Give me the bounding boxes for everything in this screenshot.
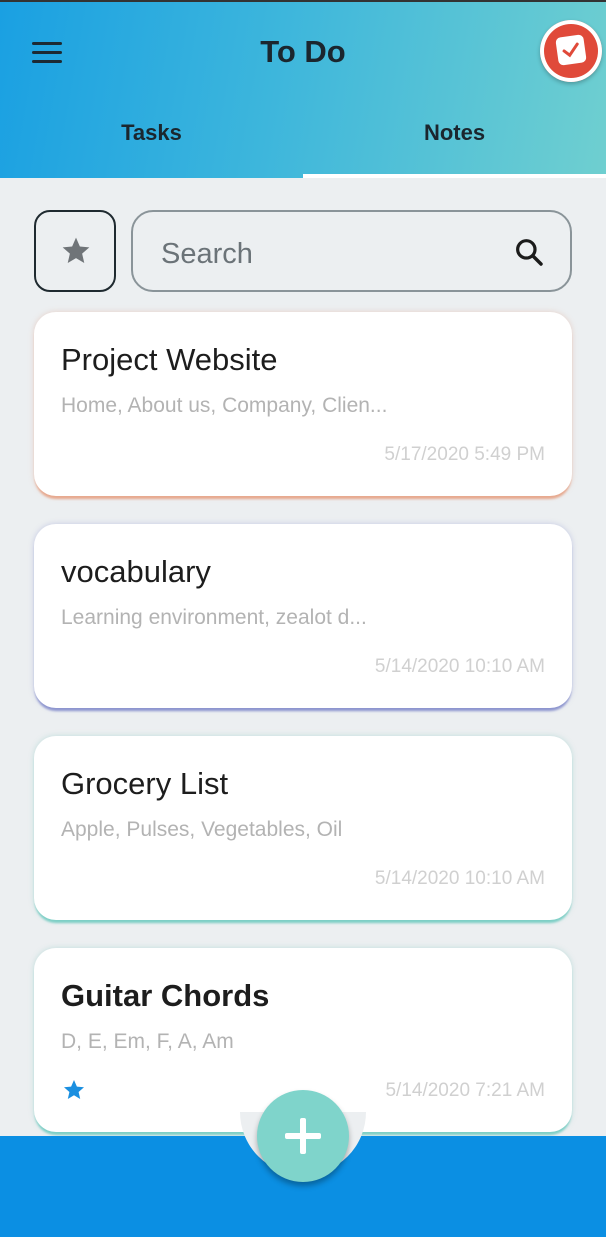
- plus-icon: [285, 1118, 321, 1154]
- note-card[interactable]: Project Website Home, About us, Company,…: [34, 312, 572, 496]
- tab-selected-indicator: [303, 174, 606, 178]
- note-title: Guitar Chords: [61, 978, 270, 1013]
- note-preview: Home, About us, Company, Clien...: [61, 394, 388, 417]
- note-title: Grocery List: [61, 766, 229, 801]
- note-preview: D, E, Em, F, A, Am: [61, 1030, 234, 1053]
- note-title: Project Website: [61, 342, 278, 377]
- favorite-filter-button[interactable]: [34, 210, 116, 292]
- note-title: vocabulary: [61, 554, 211, 589]
- note-date: 5/14/2020 7:21 AM: [385, 1080, 545, 1101]
- search-icon[interactable]: [513, 236, 545, 268]
- todo-app-logo-icon[interactable]: [540, 20, 602, 82]
- app-title: To Do: [260, 34, 346, 69]
- tab-notes[interactable]: Notes: [303, 120, 606, 146]
- app-header: To Do Tasks Notes: [0, 0, 606, 178]
- search-input[interactable]: [159, 234, 483, 274]
- note-card[interactable]: Grocery List Apple, Pulses, Vegetables, …: [34, 736, 572, 920]
- add-note-button[interactable]: [257, 1090, 349, 1182]
- star-icon: [62, 237, 90, 263]
- search-box[interactable]: [131, 210, 572, 292]
- note-card[interactable]: vocabulary Learning environment, zealot …: [34, 524, 572, 708]
- note-date: 5/14/2020 10:10 AM: [374, 656, 545, 677]
- favorite-star-icon[interactable]: [62, 1078, 86, 1102]
- note-date: 5/17/2020 5:49 PM: [384, 444, 545, 465]
- note-preview: Learning environment, zealot d...: [61, 606, 367, 629]
- tab-tasks[interactable]: Tasks: [0, 120, 303, 146]
- note-date: 5/14/2020 10:10 AM: [374, 868, 545, 889]
- note-preview: Apple, Pulses, Vegetables, Oil: [61, 818, 343, 841]
